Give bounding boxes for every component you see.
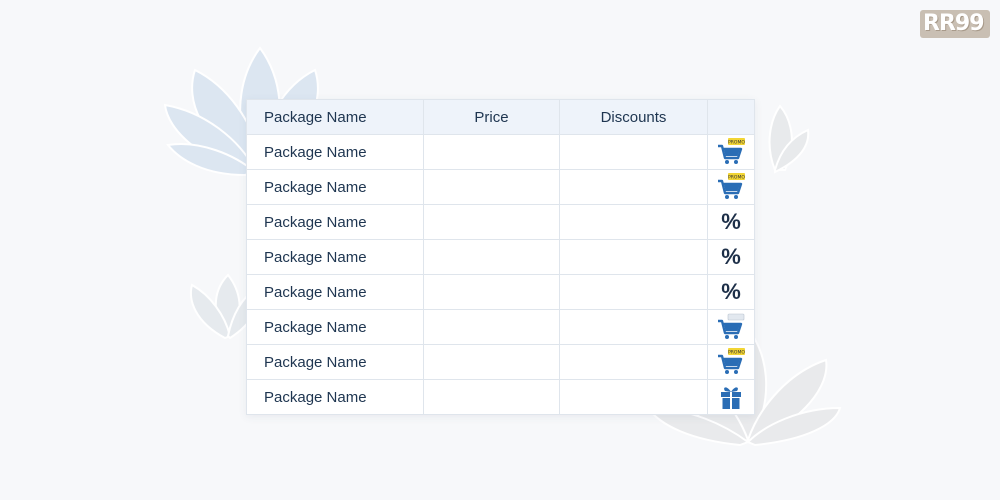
package-name-cell: Package Name	[246, 379, 424, 415]
table-row: Package Name PROMO	[246, 344, 755, 380]
table-row: Package Name%	[246, 274, 755, 310]
header-price: Price	[423, 99, 560, 135]
action-icon-cell[interactable]	[707, 309, 755, 345]
package-name-cell: Package Name	[246, 274, 424, 310]
lotus-right-top-icon	[768, 104, 810, 174]
package-name-cell: Package Name	[246, 344, 424, 380]
action-icon-cell[interactable]: %	[707, 204, 755, 240]
logo-text: RR99	[923, 11, 984, 36]
cart-promo-icon[interactable]: PROMO	[716, 173, 746, 201]
action-icon-cell[interactable]: PROMO	[707, 344, 755, 380]
package-name-cell: Package Name	[246, 134, 424, 170]
cart-promo-icon[interactable]: PROMO	[716, 348, 746, 376]
action-icon-cell[interactable]: %	[707, 239, 755, 275]
package-name-cell: Package Name	[246, 204, 424, 240]
table-row: Package Name	[246, 309, 755, 345]
promo-label: PROMO	[728, 140, 745, 146]
price-cell	[423, 309, 560, 345]
header-icon-column	[707, 99, 755, 135]
price-cell	[423, 379, 560, 415]
percent-icon[interactable]: %	[716, 243, 746, 271]
discount-cell	[559, 239, 708, 275]
discount-cell	[559, 309, 708, 345]
price-cell	[423, 169, 560, 205]
table-row: Package Name%	[246, 239, 755, 275]
discount-cell	[559, 204, 708, 240]
price-cell	[423, 274, 560, 310]
package-name-cell: Package Name	[246, 169, 424, 205]
table-row: Package Name PROMO	[246, 134, 755, 170]
cart-tag-icon[interactable]	[716, 313, 746, 341]
price-cell	[423, 204, 560, 240]
discount-cell	[559, 169, 708, 205]
price-cell	[423, 239, 560, 275]
brand-logo: RR99	[920, 10, 990, 38]
gift-icon[interactable]	[716, 383, 746, 411]
cart-promo-icon[interactable]: PROMO	[716, 138, 746, 166]
discount-cell	[559, 379, 708, 415]
table-row: Package Name PROMO	[246, 169, 755, 205]
promo-label: PROMO	[728, 350, 745, 356]
package-table: Package Name Price Discounts Package Nam…	[246, 99, 755, 415]
discount-cell	[559, 344, 708, 380]
action-icon-cell[interactable]: PROMO	[707, 169, 755, 205]
price-cell	[423, 344, 560, 380]
table-row: Package Name	[246, 379, 755, 415]
discount-cell	[559, 274, 708, 310]
table-row: Package Name%	[246, 204, 755, 240]
discount-cell	[559, 134, 708, 170]
percent-icon[interactable]: %	[716, 278, 746, 306]
package-name-cell: Package Name	[246, 239, 424, 275]
action-icon-cell[interactable]	[707, 379, 755, 415]
promo-label: PROMO	[728, 175, 745, 181]
header-package-name: Package Name	[246, 99, 424, 135]
header-discounts: Discounts	[559, 99, 708, 135]
action-icon-cell[interactable]: PROMO	[707, 134, 755, 170]
action-icon-cell[interactable]: %	[707, 274, 755, 310]
table-body: Package Name PROMO Package Name PROMO Packag…	[246, 134, 755, 415]
price-cell	[423, 134, 560, 170]
percent-icon[interactable]: %	[716, 208, 746, 236]
package-name-cell: Package Name	[246, 309, 424, 345]
table-header-row: Package Name Price Discounts	[246, 99, 755, 135]
